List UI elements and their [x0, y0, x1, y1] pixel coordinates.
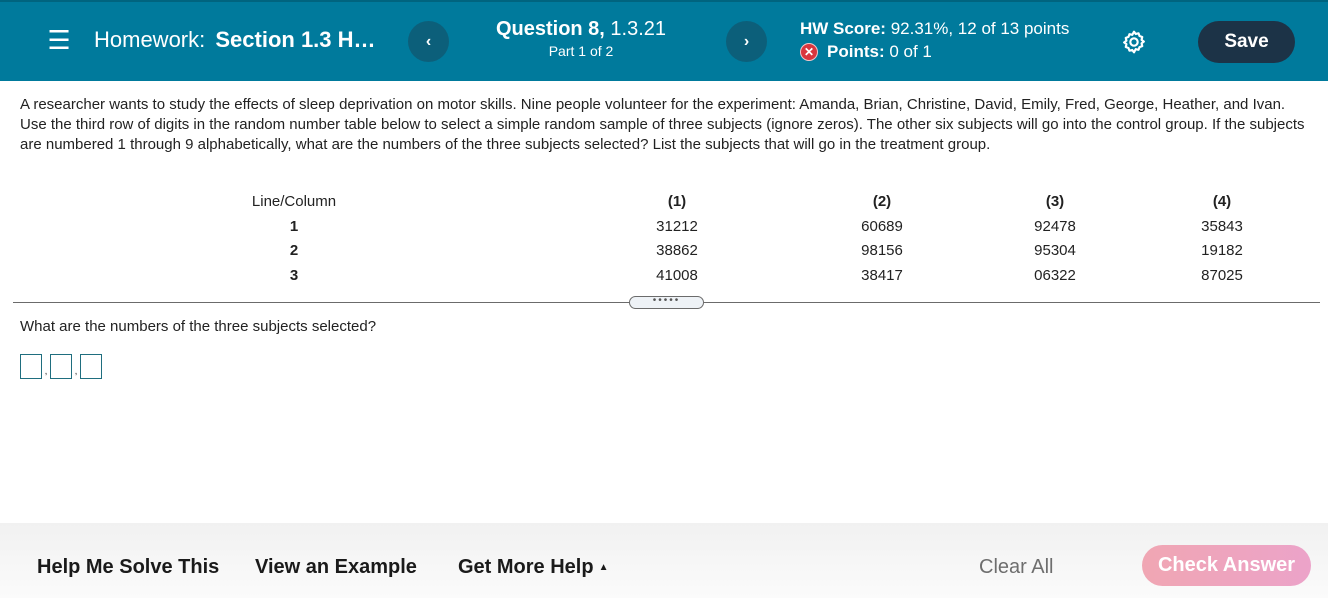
table-cell: 92478 [1034, 217, 1076, 235]
homework-name: Section 1.3 H… [215, 27, 376, 52]
table-cell: 95304 [1034, 242, 1076, 259]
line-number: 1 [289, 217, 299, 235]
table-cell: 87025 [1201, 266, 1243, 284]
previous-question-button[interactable]: ‹ [408, 21, 449, 62]
hamburger-menu-icon[interactable]: ☰ [46, 26, 72, 54]
answer-input-3[interactable] [80, 354, 102, 379]
gear-icon[interactable] [1121, 29, 1147, 55]
points-value: 0 of 1 [889, 42, 932, 61]
answer-input-1[interactable] [20, 354, 42, 379]
column-header: (3) [1045, 193, 1065, 210]
table-cell: 38862 [656, 242, 698, 259]
view-example-button[interactable]: View an Example [255, 556, 417, 579]
line-number: 2 [289, 242, 299, 259]
table-cell: 41008 [656, 266, 698, 284]
table-cell: 31212 [656, 217, 698, 235]
table-column-3: (3) 92478 95304 06322 [1015, 190, 1095, 288]
table-column-4: (4) 35843 19182 87025 [1182, 190, 1262, 288]
table-cell: 06322 [1034, 266, 1076, 284]
comma-separator: , [74, 366, 78, 377]
table-cell: 35843 [1201, 217, 1243, 235]
question-id: 1.3.21 [610, 18, 667, 40]
get-more-help-label: Get More Help [458, 556, 594, 578]
table-column-1: (1) 31212 38862 41008 [637, 190, 717, 288]
table-cell: 19182 [1201, 242, 1243, 259]
top-bar: ☰ Homework: Section 1.3 H… ‹ Question 8,… [0, 0, 1328, 81]
next-question-button[interactable]: › [726, 21, 767, 62]
hw-score: HW Score: 92.31%, 12 of 13 points [800, 19, 1069, 39]
hw-score-value: 92.31%, 12 of 13 points [890, 19, 1070, 38]
incorrect-x-circle-icon: ✕ [800, 43, 818, 61]
table-cell: 60689 [861, 217, 903, 235]
question-part: Part 1 of 2 [548, 43, 614, 59]
table-cell: 38417 [861, 266, 903, 284]
points: ✕ Points: 0 of 1 [800, 42, 1069, 62]
column-header: (4) [1212, 193, 1232, 210]
chevron-left-icon: ‹ [425, 32, 432, 50]
sub-question-text: What are the numbers of the three subjec… [20, 318, 377, 335]
homework-title: Homework: Section 1.3 H… [94, 27, 376, 53]
caret-up-icon: ▲ [598, 562, 609, 573]
question-number: Question 8, [495, 18, 605, 40]
table-header-label: Line/Column [251, 193, 337, 210]
column-header: (2) [872, 193, 892, 210]
footer-bar: Help Me Solve This View an Example Get M… [0, 523, 1328, 598]
clear-all-button[interactable]: Clear All [979, 556, 1053, 579]
answer-input-2[interactable] [50, 354, 72, 379]
points-label: Points: [827, 42, 885, 61]
question-info: Question 8, 1.3.21 Part 1 of 2 [470, 18, 692, 59]
hw-score-label: HW Score: [800, 19, 886, 38]
drag-dots-icon: ••••• [652, 294, 681, 306]
answer-inputs: , , [20, 354, 102, 379]
score-info: HW Score: 92.31%, 12 of 13 points ✕ Poin… [800, 19, 1069, 62]
table-cell: 98156 [861, 242, 903, 259]
save-button[interactable]: Save [1198, 21, 1295, 63]
comma-separator: , [44, 366, 48, 377]
table-column-2: (2) 60689 98156 38417 [842, 190, 922, 288]
question-text: A researcher wants to study the effects … [20, 96, 1305, 153]
homework-label: Homework: [94, 27, 206, 52]
line-number: 3 [289, 266, 299, 284]
get-more-help-button[interactable]: Get More Help ▲ [458, 556, 608, 579]
help-me-solve-button[interactable]: Help Me Solve This [37, 556, 219, 579]
question-title: Question 8, 1.3.21 [470, 18, 692, 41]
chevron-right-icon: › [743, 32, 750, 50]
line-column: Line/Column 1 2 3 [248, 190, 340, 288]
pane-resize-handle[interactable]: ••••• [629, 294, 704, 309]
check-answer-button[interactable]: Check Answer [1142, 545, 1311, 586]
column-header: (1) [667, 193, 687, 210]
